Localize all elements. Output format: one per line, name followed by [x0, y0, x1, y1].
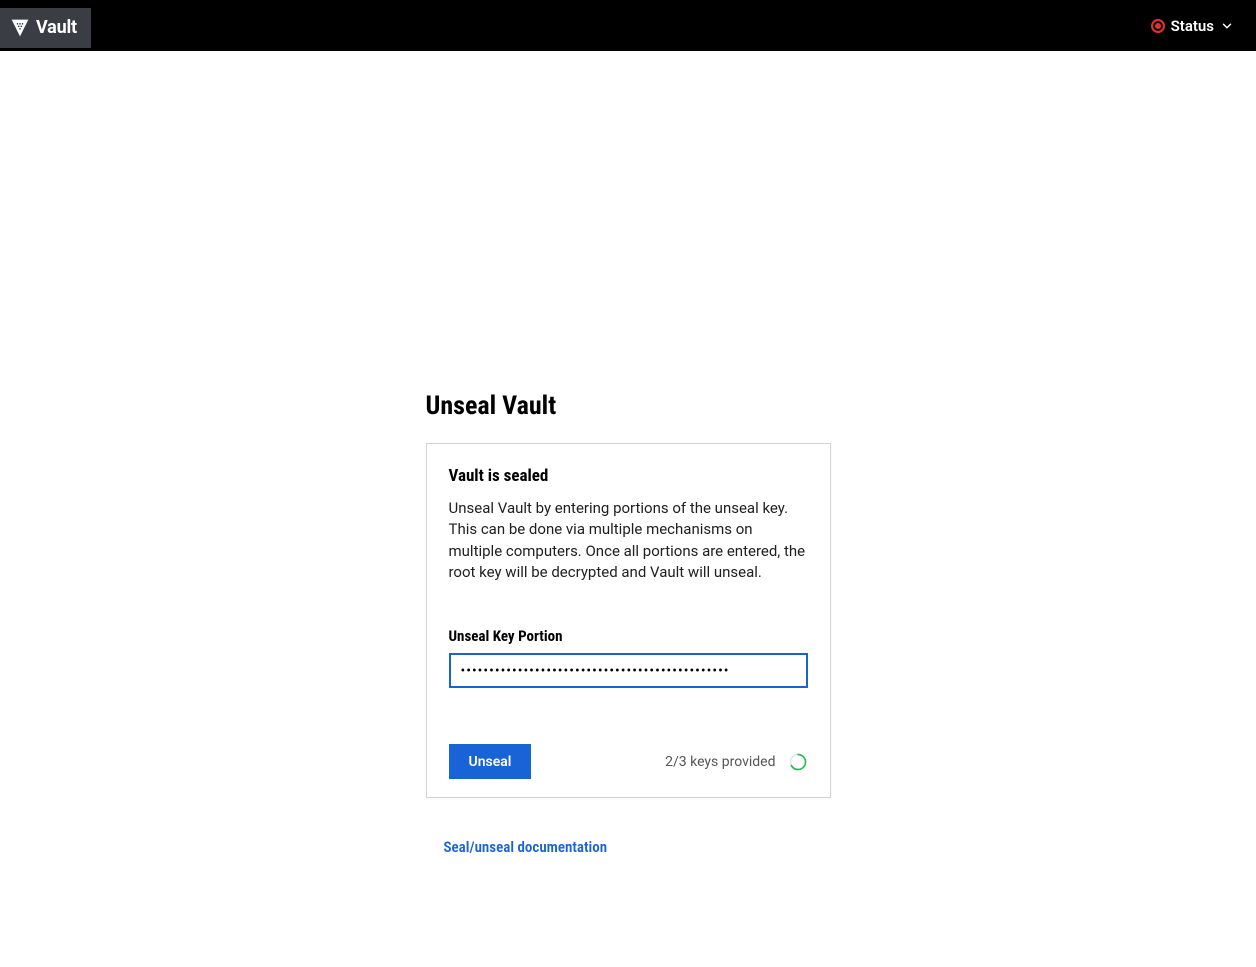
brand-button[interactable]: Vault: [0, 8, 91, 48]
brand-name: Vault: [36, 17, 77, 38]
unseal-key-input[interactable]: [449, 653, 808, 688]
card-title: Vault is sealed: [449, 466, 808, 486]
app-header: Vault Status: [0, 0, 1256, 51]
unseal-key-label: Unseal Key Portion: [449, 627, 808, 645]
main-content: Unseal Vault Vault is sealed Unseal Vaul…: [0, 51, 1256, 856]
progress-text: 2/3 keys provided: [665, 754, 775, 770]
page-title: Unseal Vault: [426, 391, 831, 421]
chevron-down-icon: [1220, 19, 1234, 33]
card-footer: Unseal 2/3 keys provided: [449, 744, 808, 779]
status-indicator-icon: [1151, 19, 1165, 33]
unseal-card: Vault is sealed Unseal Vault by entering…: [426, 443, 831, 798]
vault-logo-icon: [10, 18, 30, 38]
progress-indicator: 2/3 keys provided: [665, 752, 807, 772]
progress-ring-icon: [788, 752, 808, 772]
status-dropdown[interactable]: Status: [1151, 17, 1234, 35]
unseal-button[interactable]: Unseal: [449, 744, 532, 779]
documentation-link[interactable]: Seal/unseal documentation: [444, 838, 608, 856]
card-description: Unseal Vault by entering portions of the…: [449, 498, 808, 583]
unseal-container: Unseal Vault Vault is sealed Unseal Vaul…: [426, 391, 831, 856]
status-label: Status: [1171, 17, 1214, 35]
